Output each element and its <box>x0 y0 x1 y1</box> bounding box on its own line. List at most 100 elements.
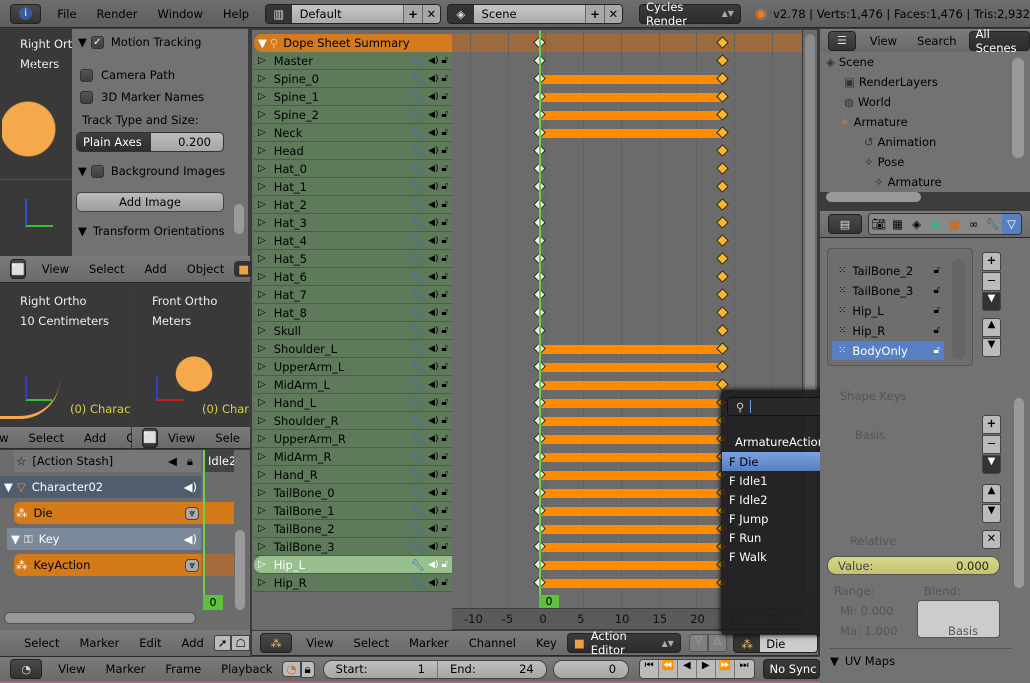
mute-speaker-icon[interactable]: ◀) <box>428 218 438 228</box>
preview-range-icon[interactable]: ◔ <box>282 661 301 677</box>
lock-icon[interactable]: 🔓︎ <box>442 145 448 156</box>
wrench-icon[interactable]: 🔧︎ <box>410 540 425 554</box>
menu-add[interactable]: Add <box>74 431 116 445</box>
channel-row[interactable]: ▷ MidArm_L 🔧︎ ◀) 🔓︎ <box>254 376 452 394</box>
expand-triangle-icon[interactable]: ▷ <box>258 145 266 156</box>
lock-icon[interactable]: 🔓︎ <box>442 163 448 174</box>
relative-checkbox-label[interactable]: Relative <box>850 534 896 548</box>
menu-render[interactable]: Render <box>87 7 148 21</box>
blend-basis-field[interactable]: Basis <box>948 624 978 638</box>
expand-triangle-icon[interactable]: ▷ <box>258 415 266 426</box>
menu-view[interactable]: View <box>48 662 95 676</box>
outliner-item[interactable]: ↺ Animation <box>864 132 936 152</box>
lock-icon[interactable]: 🔓︎ <box>442 433 448 444</box>
channel-row[interactable]: ▷ TailBone_0 🔧︎ ◀) 🔓︎ <box>254 484 452 502</box>
tab-render-layers-icon[interactable]: ▦ <box>888 214 907 234</box>
channel-row[interactable]: ▷ Hip_L 🔧︎ ◀) 🔓︎ <box>254 556 452 574</box>
mute-speaker-icon[interactable]: ◀) <box>428 416 438 426</box>
channel-row[interactable]: ▷ Hat_1 🔧︎ ◀) 🔓︎ <box>254 178 452 196</box>
lock-icon[interactable]: 🔓︎ <box>442 91 448 102</box>
mute-speaker-icon[interactable]: ◀) <box>428 290 438 300</box>
properties-scrollbar[interactable] <box>1014 398 1024 588</box>
wrench-icon[interactable]: 🔧︎ <box>410 144 425 158</box>
expand-triangle-icon[interactable]: ▷ <box>258 127 266 138</box>
wrench-icon[interactable]: 🔧︎ <box>410 288 425 302</box>
lock-icon[interactable]: 🔓︎ <box>442 415 448 426</box>
mute-speaker-icon[interactable]: ◀) <box>428 488 438 498</box>
lock-icon[interactable]: 🔓︎ <box>442 361 448 372</box>
vg-move-down-button[interactable]: ▼ <box>982 338 1001 357</box>
wrench-icon[interactable]: 🔧︎ <box>410 306 425 320</box>
current-frame-badge[interactable]: 0 <box>539 595 559 608</box>
uv-maps-header[interactable]: ▼ UV Maps <box>830 654 895 668</box>
editor-type-outliner-button[interactable]: ☰ <box>828 30 856 51</box>
expand-triangle-icon[interactable]: ▷ <box>258 361 266 372</box>
dopesheet-summary-row[interactable]: ▼ ⚲ Dope Sheet Summary <box>254 34 452 52</box>
channel-row[interactable]: ▷ Spine_0 🔧︎ ◀) 🔓︎ <box>254 70 452 88</box>
mute-speaker-icon[interactable]: ◀) <box>428 542 438 552</box>
lock-icon[interactable]: 🔓︎ <box>934 325 940 336</box>
nla-current-frame-badge[interactable]: 0 <box>203 595 223 610</box>
sk-add-button[interactable]: + <box>982 415 1001 434</box>
scene-selector[interactable]: ◈ Scene + ✕ <box>447 3 623 24</box>
nla-object-row[interactable]: ▼ ▽ Character02 ◀) <box>0 476 201 498</box>
lock-frame-icon[interactable]: 🔒︎ <box>300 660 315 678</box>
lock-icon[interactable]: 🔓︎ <box>442 577 448 588</box>
mute-speaker-icon[interactable]: ◀) <box>428 452 438 462</box>
mute-speaker-icon[interactable]: ◀) <box>428 362 438 372</box>
wrench-icon[interactable]: 🔧︎ <box>410 72 425 86</box>
panel-scrollbar[interactable] <box>234 204 244 234</box>
wrench-icon[interactable]: 🔧︎ <box>410 522 425 536</box>
keyframe-marker[interactable] <box>716 54 729 67</box>
wrench-icon[interactable]: 🔧︎ <box>410 432 425 446</box>
play-reverse-icon[interactable]: ◀ <box>677 660 697 678</box>
shape-value-slider[interactable]: Value: 0.000 <box>827 556 1000 575</box>
wrench-icon[interactable]: 🔧︎ <box>410 54 425 68</box>
vertex-group-item[interactable]: ⁙ Hip_R 🔓︎ <box>832 321 944 340</box>
wrench-icon[interactable]: 🔧︎ <box>410 180 425 194</box>
expand-triangle-icon[interactable]: ▷ <box>258 235 266 246</box>
expand-triangle-icon[interactable]: ▷ <box>258 451 266 462</box>
menu-view[interactable]: View <box>860 34 907 48</box>
select-cursor-icon[interactable]: ➚ <box>213 635 232 651</box>
stash-button[interactable]: △ <box>707 634 727 652</box>
channel-row[interactable]: ▷ Hat_0 🔧︎ ◀) 🔓︎ <box>254 160 452 178</box>
menu-object[interactable]: Object <box>177 262 234 276</box>
mute-speaker-icon[interactable]: ◀) <box>428 74 438 84</box>
render-engine-select[interactable]: Cycles Render ▲▼ <box>639 0 741 28</box>
channel-row[interactable]: ▷ Master 🔧︎ ◀) 🔓︎ <box>254 52 452 70</box>
lock-icon[interactable]: 🔓︎ <box>442 325 448 336</box>
mute-speaker-icon[interactable]: ◀) <box>428 128 438 138</box>
expand-triangle-icon[interactable]: ▷ <box>258 55 266 66</box>
lock-icon[interactable]: 🔓︎ <box>442 217 448 228</box>
nla-horizontal-scrollbar[interactable] <box>4 612 196 624</box>
range-max-field[interactable]: Ma: 1.000 <box>840 624 897 638</box>
menu-file[interactable]: File <box>47 7 86 21</box>
outliner-item[interactable]: ◈ Scene <box>826 52 874 72</box>
add-scene-icon[interactable]: + <box>585 4 604 23</box>
viewport-top-left[interactable]: Right Ortho Meters <box>0 29 72 256</box>
lock-icon[interactable]: 🔓︎ <box>442 271 448 282</box>
lock-icon[interactable]: 🔓︎ <box>442 343 448 354</box>
menu-marker[interactable]: Marker <box>399 636 459 650</box>
viewport-front-ortho[interactable]: Front Ortho Meters (0) Character02 <box>132 284 250 427</box>
lock-icon[interactable]: 🔓︎ <box>442 541 448 552</box>
outliner-item[interactable]: ✧ Armature <box>874 172 942 192</box>
mute-speaker-icon[interactable]: ◀) <box>428 146 438 156</box>
lock-icon[interactable]: 🔓︎ <box>442 397 448 408</box>
channel-row[interactable]: ▷ Hat_8 🔧︎ ◀) 🔓︎ <box>254 304 452 322</box>
expand-triangle-icon[interactable]: ▷ <box>258 181 266 192</box>
next-keyframe-icon[interactable]: ⏩ <box>715 660 735 678</box>
tab-modifiers-icon[interactable]: 🔧︎ <box>983 214 1002 234</box>
lock-icon[interactable]: 🔓︎ <box>442 253 448 264</box>
mute-speaker-icon[interactable]: ◀) <box>428 560 438 570</box>
menu-help[interactable]: Help <box>213 7 259 21</box>
expand-triangle-icon[interactable]: ▷ <box>258 379 266 390</box>
sk-specials-button[interactable]: ▼ <box>982 455 1001 474</box>
mute-speaker-icon[interactable]: ◀) <box>428 470 438 480</box>
menu-view[interactable]: View <box>296 636 343 650</box>
outliner-filter-select[interactable]: All Scenes <box>968 27 1030 55</box>
channel-row[interactable]: ▷ Spine_1 🔧︎ ◀) 🔓︎ <box>254 88 452 106</box>
menu-channel[interactable]: Channel <box>459 636 526 650</box>
expand-triangle-icon[interactable]: ▷ <box>258 109 266 120</box>
